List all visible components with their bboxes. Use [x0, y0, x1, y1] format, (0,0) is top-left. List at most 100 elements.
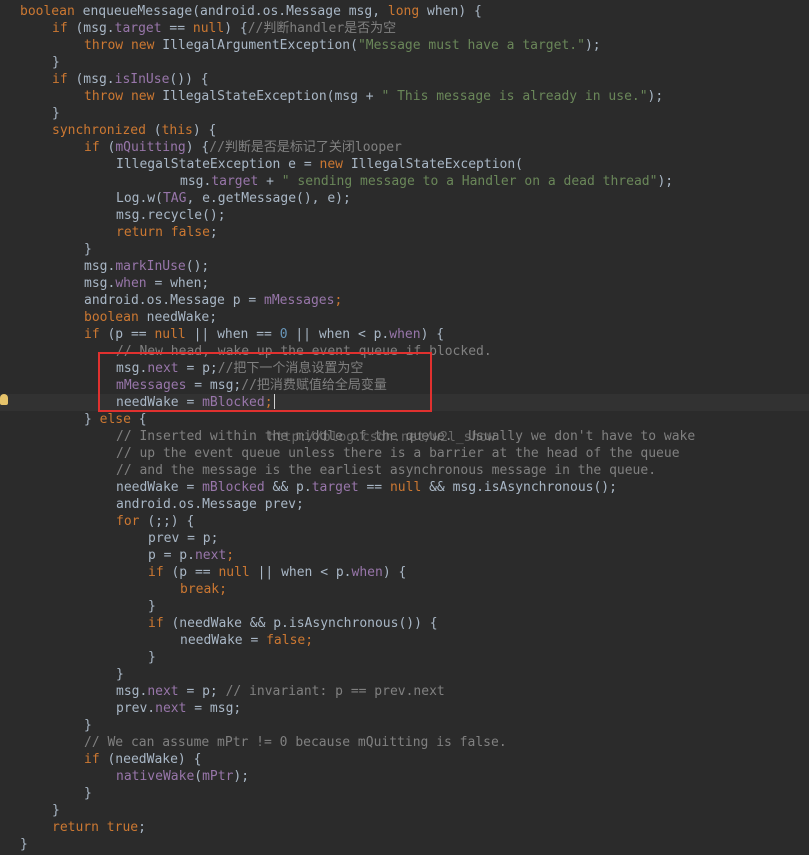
code-token: when	[351, 565, 383, 580]
code-line[interactable]: android.os.Message prev;	[116, 496, 304, 513]
code-line[interactable]: throw new IllegalStateException(msg + " …	[84, 88, 663, 105]
code-token: return false	[116, 225, 210, 240]
code-line[interactable]: }	[84, 785, 92, 802]
code-line[interactable]: } else {	[84, 411, 147, 428]
code-line[interactable]: needWake = false;	[180, 632, 313, 649]
code-line[interactable]: p = p.next;	[148, 547, 234, 564]
code-line[interactable]: }	[52, 54, 60, 71]
code-token: new	[319, 157, 351, 172]
code-token: }	[84, 718, 92, 733]
code-line[interactable]: break;	[180, 581, 227, 598]
code-line[interactable]: if (needWake) {	[84, 751, 201, 768]
code-token: (p ==	[171, 565, 219, 580]
code-line[interactable]: android.os.Message p = mMessages;	[84, 292, 342, 309]
code-token: target	[211, 174, 259, 189]
code-token: (;;) {	[147, 514, 195, 529]
code-token: Log.w(	[116, 191, 163, 206]
code-line[interactable]: for (;;) {	[116, 513, 194, 530]
code-token: );	[584, 38, 601, 53]
code-line[interactable]: return true;	[52, 819, 146, 836]
code-line[interactable]: msg.when = when;	[84, 275, 209, 292]
code-token: boolean	[20, 4, 83, 19]
code-line[interactable]: throw new IllegalArgumentException("Mess…	[84, 37, 601, 54]
code-line[interactable]: needWake = mBlocked && p.target == null …	[116, 479, 617, 496]
code-token: null	[154, 327, 194, 342]
code-token: android.os.Message p =	[84, 293, 265, 308]
code-token: mBlocked	[202, 480, 273, 495]
code-editor[interactable]: boolean enqueueMessage(android.os.Messag…	[0, 0, 809, 855]
code-line[interactable]: }	[20, 836, 28, 853]
code-line[interactable]: synchronized (this) {	[52, 122, 216, 139]
code-line[interactable]: return false;	[116, 224, 218, 241]
code-token: }	[84, 786, 92, 801]
code-line[interactable]: if (mQuitting) {//判断是否是标记了关闭looper	[84, 139, 402, 156]
code-line[interactable]: if (needWake && p.isAsynchronous()) {	[148, 615, 438, 632]
code-token: || when < p.	[295, 327, 390, 342]
code-token: (needWake && p.isAsynchronous()) {	[171, 616, 438, 631]
code-token: needWake =	[116, 480, 203, 495]
code-token: ) {	[224, 21, 248, 36]
code-token: // and the message is the earliest async…	[116, 463, 657, 478]
code-line[interactable]: msg.next = p; // invariant: p == prev.ne…	[116, 683, 445, 700]
code-line[interactable]: }	[84, 241, 92, 258]
code-token: null	[389, 480, 430, 495]
code-token: //判断是否是标记了关闭looper	[209, 140, 402, 155]
code-token: null	[218, 565, 258, 580]
code-token: markInUse	[115, 259, 186, 274]
editor-gutter[interactable]	[0, 0, 8, 855]
code-token: // up the event queue unless there is a …	[116, 446, 680, 461]
code-token: IllegalStateException(	[350, 157, 523, 172]
code-token: if	[52, 21, 76, 36]
code-line[interactable]: if (msg.target == null) {//判断handler是否为空	[52, 20, 396, 37]
code-line[interactable]: if (p == null || when < p.when) {	[148, 564, 406, 581]
code-line[interactable]: // up the event queue unless there is a …	[116, 445, 680, 462]
code-token: (	[153, 123, 162, 138]
code-line[interactable]: }	[52, 802, 60, 819]
code-line[interactable]: if (msg.isInUse()) {	[52, 71, 209, 88]
code-line[interactable]: }	[116, 666, 124, 683]
code-line[interactable]: }	[84, 717, 92, 734]
code-token: next	[194, 548, 227, 563]
code-token: , e.getMessage(), e);	[186, 191, 351, 206]
code-token: when	[389, 327, 421, 342]
code-token: ) {	[185, 140, 210, 155]
code-token: }	[84, 242, 92, 257]
code-line[interactable]: msg.recycle();	[116, 207, 226, 224]
code-line[interactable]: }	[148, 649, 156, 666]
code-token: ==	[358, 480, 390, 495]
code-token: if	[84, 140, 108, 155]
code-token: = when;	[146, 276, 210, 291]
code-line[interactable]: if (p == null || when == 0 || when < p.w…	[84, 326, 444, 343]
code-token: target	[114, 21, 162, 36]
code-line[interactable]: prev = p;	[148, 530, 218, 547]
code-line[interactable]: msg.target + " sending message to a Hand…	[180, 173, 673, 190]
lightbulb-icon[interactable]	[0, 394, 8, 405]
code-token: || when ==	[193, 327, 280, 342]
code-token: if	[52, 72, 76, 87]
code-line[interactable]: boolean enqueueMessage(android.os.Messag…	[20, 3, 482, 20]
code-token: needWake =	[180, 633, 267, 648]
code-line[interactable]: IllegalStateException e = new IllegalSta…	[116, 156, 523, 173]
code-line[interactable]: boolean needWake;	[84, 309, 217, 326]
code-token: mQuitting	[115, 140, 186, 155]
code-line[interactable]: nativeWake(mPtr);	[116, 768, 249, 785]
code-token: (msg.	[75, 21, 115, 36]
code-token: mPtr	[202, 769, 234, 784]
code-line[interactable]: Log.w(TAG, e.getMessage(), e);	[116, 190, 351, 207]
code-token: ) {	[420, 327, 445, 342]
code-line[interactable]: msg.markInUse();	[84, 258, 209, 275]
code-line[interactable]: }	[52, 105, 60, 122]
code-token: msg.	[84, 259, 116, 274]
code-token: = msg;	[186, 701, 242, 716]
code-line[interactable]: // We can assume mPtr != 0 because mQuit…	[84, 734, 507, 751]
code-token: // invariant: p == prev.next	[225, 684, 445, 699]
code-line[interactable]: prev.next = msg;	[116, 700, 241, 717]
code-line[interactable]: }	[148, 598, 156, 615]
code-token: if	[148, 565, 172, 580]
code-token: next	[147, 684, 179, 699]
code-token: ()) {	[169, 72, 209, 87]
code-token: when) {	[427, 4, 482, 19]
code-token: }	[116, 667, 124, 682]
code-line[interactable]: // and the message is the earliest async…	[116, 462, 656, 479]
code-token: );	[233, 769, 250, 784]
